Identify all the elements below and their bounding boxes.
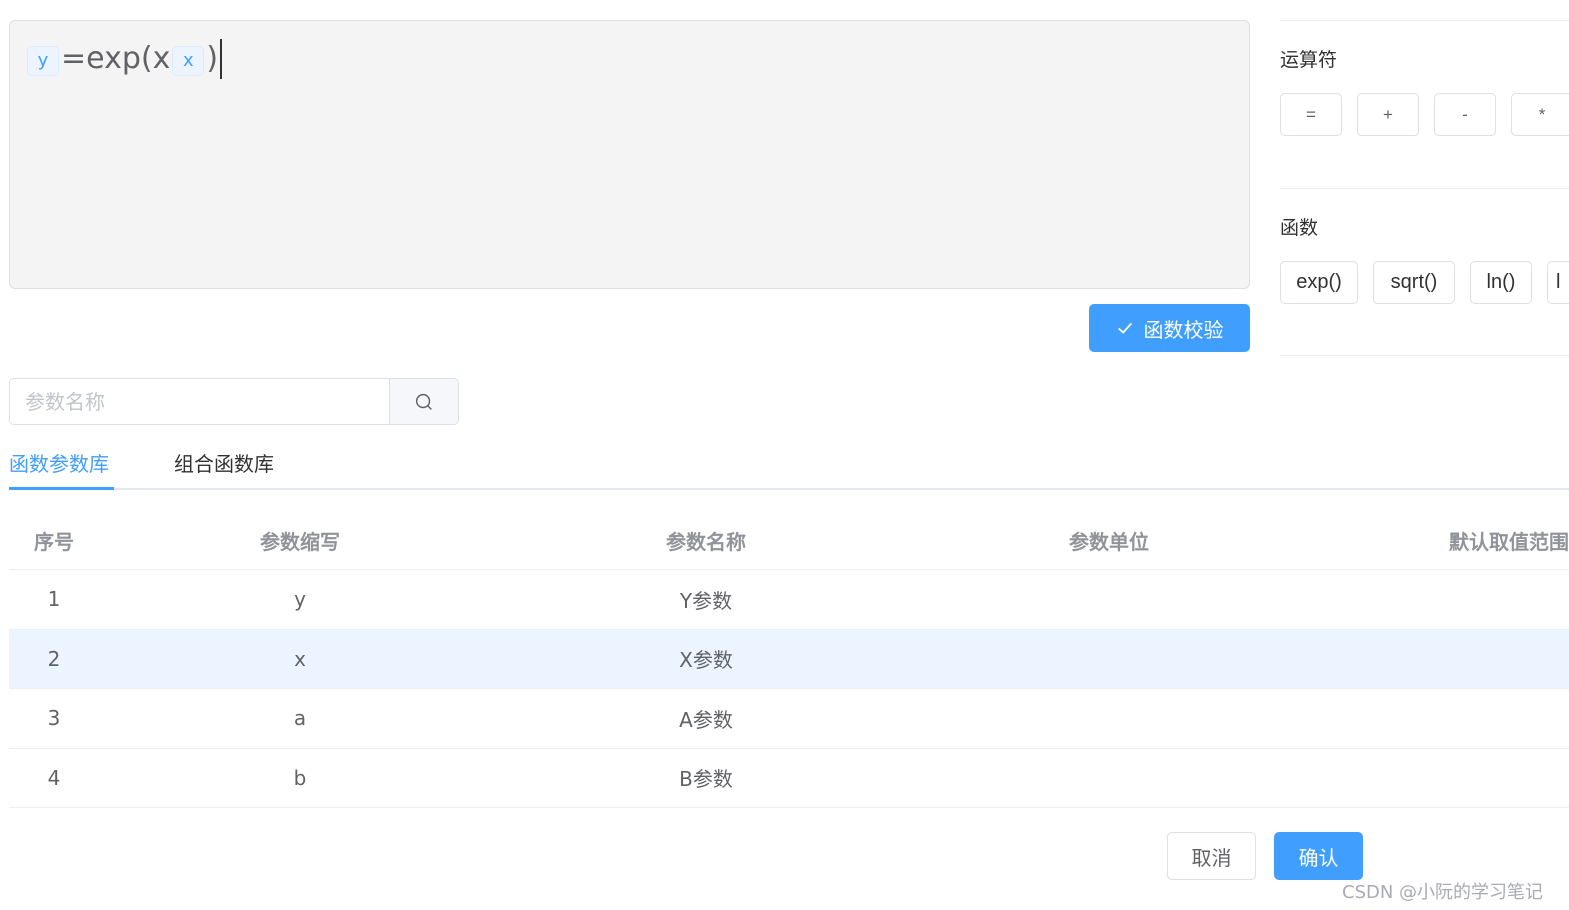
table-row[interactable]: 2 x X参数 bbox=[9, 629, 1569, 689]
panel-divider bbox=[1280, 188, 1569, 189]
cell-name: B参数 bbox=[679, 767, 733, 792]
panel-divider bbox=[1280, 355, 1569, 356]
cell-index: 1 bbox=[47, 587, 61, 612]
cell-index: 2 bbox=[47, 646, 61, 671]
column-header-name: 参数名称 bbox=[666, 529, 746, 554]
active-tab-indicator bbox=[9, 487, 114, 490]
operator-equals-button[interactable]: = bbox=[1280, 93, 1342, 136]
function-ln-button[interactable]: ln() bbox=[1470, 261, 1532, 304]
table-row[interactable]: 4 b B参数 bbox=[9, 749, 1569, 808]
cell-name: Y参数 bbox=[679, 588, 733, 613]
text-caret bbox=[220, 39, 223, 79]
table-row[interactable]: 1 y Y参数 bbox=[9, 570, 1569, 630]
confirm-button[interactable]: 确认 bbox=[1274, 832, 1363, 880]
column-header-index: 序号 bbox=[34, 529, 74, 554]
watermark: CSDN @小阮的学习笔记 bbox=[1342, 882, 1544, 903]
cell-abbr: b bbox=[293, 765, 307, 790]
operators-title: 运算符 bbox=[1280, 49, 1338, 71]
cell-range bbox=[1449, 630, 1569, 689]
params-table: 序号 参数缩写 参数名称 参数单位 默认取值范围 1 y Y参数 2 x X参数… bbox=[9, 511, 1569, 808]
cell-abbr: y bbox=[294, 587, 306, 612]
cell-abbr: a bbox=[293, 706, 307, 731]
tabs-baseline bbox=[9, 488, 1569, 490]
cell-unit bbox=[911, 749, 1307, 808]
operator-multiply-button[interactable]: * bbox=[1511, 93, 1569, 136]
formula-editor[interactable]: y =exp(x x ) bbox=[9, 20, 1250, 289]
cell-index: 3 bbox=[47, 706, 61, 731]
check-icon bbox=[1117, 322, 1132, 334]
operator-plus-button[interactable]: + bbox=[1357, 93, 1419, 136]
function-exp-button[interactable]: exp() bbox=[1280, 261, 1358, 304]
column-header-abbr: 参数缩写 bbox=[260, 529, 340, 554]
formula-content: y =exp(x x ) bbox=[25, 39, 1234, 79]
function-more-button[interactable]: l bbox=[1547, 261, 1569, 304]
functions-title: 函数 bbox=[1280, 217, 1319, 239]
tab-combined-functions[interactable]: 组合函数库 bbox=[174, 448, 274, 477]
column-header-unit: 参数单位 bbox=[1069, 529, 1149, 554]
cell-range bbox=[1449, 689, 1569, 748]
search-icon bbox=[415, 393, 432, 410]
column-header-range: 默认取值范围 bbox=[1449, 529, 1569, 554]
cell-abbr: x bbox=[294, 646, 306, 671]
formula-param-chip[interactable]: x bbox=[172, 46, 205, 76]
cell-unit bbox=[911, 689, 1307, 748]
cell-index: 4 bbox=[47, 765, 61, 790]
tab-function-params[interactable]: 函数参数库 bbox=[9, 448, 109, 477]
table-row[interactable]: 3 a A参数 bbox=[9, 689, 1569, 749]
validate-function-label: 函数校验 bbox=[1143, 319, 1224, 342]
operator-minus-button[interactable]: - bbox=[1434, 93, 1496, 136]
cell-name: A参数 bbox=[679, 707, 733, 732]
table-header: 序号 参数缩写 参数名称 参数单位 默认取值范围 bbox=[9, 511, 1569, 570]
search-input[interactable] bbox=[10, 379, 389, 424]
cell-unit bbox=[911, 630, 1307, 689]
param-search bbox=[9, 378, 459, 425]
cell-unit bbox=[911, 570, 1307, 629]
validate-function-button[interactable]: 函数校验 bbox=[1089, 304, 1250, 352]
cell-range bbox=[1449, 749, 1569, 808]
formula-param-chip[interactable]: y bbox=[27, 46, 59, 76]
formula-text: ) bbox=[206, 41, 219, 76]
cell-range bbox=[1449, 570, 1569, 629]
cell-name: X参数 bbox=[679, 648, 733, 673]
cancel-button[interactable]: 取消 bbox=[1167, 832, 1256, 880]
panel-divider bbox=[1280, 20, 1569, 21]
library-tabs: 函数参数库 组合函数库 bbox=[9, 440, 1569, 490]
function-sqrt-button[interactable]: sqrt() bbox=[1373, 261, 1455, 304]
search-button[interactable] bbox=[389, 379, 458, 424]
formula-text: =exp(x bbox=[61, 41, 171, 76]
